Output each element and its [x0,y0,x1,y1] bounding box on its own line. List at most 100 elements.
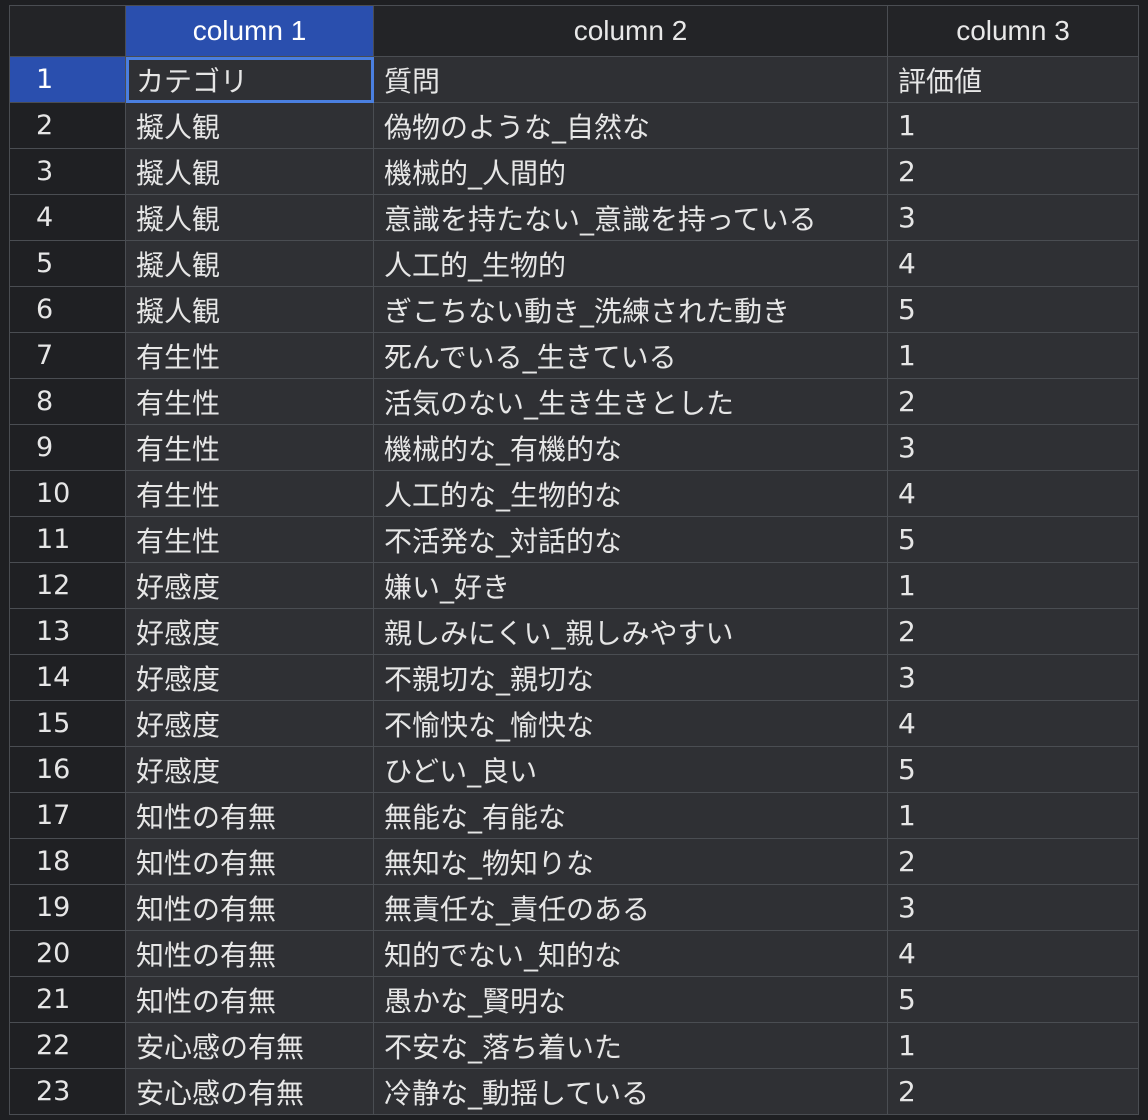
row-number[interactable]: 7 [9,332,126,379]
cell-column-1[interactable]: 知性の有無 [125,792,374,839]
cell-column-2[interactable]: 人工的な_生物的な [373,470,888,517]
cell-column-3[interactable]: 3 [887,884,1139,931]
table-row: 11 有生性 不活発な_対話的な 5 [9,516,1139,563]
cell-column-3[interactable]: 4 [887,930,1139,977]
cell-column-2[interactable]: 意識を持たない_意識を持っている [373,194,888,241]
cell-column-3[interactable]: 1 [887,102,1139,149]
cell-column-1[interactable]: 安心感の有無 [125,1068,374,1115]
row-number[interactable]: 20 [9,930,126,977]
cell-column-2[interactable]: 無知な_物知りな [373,838,888,885]
cell-column-3[interactable]: 評価値 [887,56,1139,103]
cell-column-2[interactable]: 無能な_有能な [373,792,888,839]
column-header-2[interactable]: column 2 [373,5,888,57]
cell-column-3[interactable]: 1 [887,332,1139,379]
cell-column-3[interactable]: 2 [887,148,1139,195]
cell-column-1[interactable]: 擬人観 [125,286,374,333]
cell-column-1[interactable]: 有生性 [125,378,374,425]
cell-column-2[interactable]: 嫌い_好き [373,562,888,609]
cell-column-2[interactable]: 機械的_人間的 [373,148,888,195]
row-number[interactable]: 1 [9,56,126,103]
row-number[interactable]: 2 [9,102,126,149]
row-number[interactable]: 23 [9,1068,126,1115]
cell-column-2[interactable]: 不愉快な_愉快な [373,700,888,747]
cell-column-3[interactable]: 2 [887,1068,1139,1115]
cell-column-2[interactable]: 人工的_生物的 [373,240,888,287]
cell-column-2[interactable]: 冷静な_動揺している [373,1068,888,1115]
cell-column-3[interactable]: 5 [887,746,1139,793]
row-number[interactable]: 18 [9,838,126,885]
cell-column-1[interactable]: 好感度 [125,700,374,747]
cell-column-2[interactable]: 不親切な_親切な [373,654,888,701]
table-row: 15 好感度 不愉快な_愉快な 4 [9,700,1139,747]
cell-column-3[interactable]: 2 [887,838,1139,885]
cell-column-2[interactable]: 機械的な_有機的な [373,424,888,471]
row-number[interactable]: 13 [9,608,126,655]
cell-column-1[interactable]: 擬人観 [125,148,374,195]
cell-column-3[interactable]: 3 [887,194,1139,241]
cell-column-1[interactable]: 知性の有無 [125,884,374,931]
row-number[interactable]: 14 [9,654,126,701]
row-number[interactable]: 9 [9,424,126,471]
cell-column-1[interactable]: 擬人観 [125,102,374,149]
cell-column-2[interactable]: ひどい_良い [373,746,888,793]
cell-column-1[interactable]: 有生性 [125,332,374,379]
row-number[interactable]: 11 [9,516,126,563]
cell-column-1[interactable]: カテゴリ [125,56,374,103]
cell-column-1[interactable]: 有生性 [125,516,374,563]
cell-column-1[interactable]: 知性の有無 [125,976,374,1023]
row-number[interactable]: 21 [9,976,126,1023]
cell-column-3[interactable]: 1 [887,562,1139,609]
row-number[interactable]: 3 [9,148,126,195]
cell-column-2[interactable]: 不安な_落ち着いた [373,1022,888,1069]
cell-column-2[interactable]: 質問 [373,56,888,103]
cell-column-1[interactable]: 好感度 [125,562,374,609]
cell-column-2[interactable]: 知的でない_知的な [373,930,888,977]
cell-column-3[interactable]: 2 [887,378,1139,425]
cell-column-2[interactable]: 愚かな_賢明な [373,976,888,1023]
table-row: 14 好感度 不親切な_親切な 3 [9,654,1139,701]
cell-column-1[interactable]: 有生性 [125,424,374,471]
cell-column-1[interactable]: 好感度 [125,608,374,655]
cell-column-1[interactable]: 安心感の有無 [125,1022,374,1069]
cell-column-1[interactable]: 擬人観 [125,240,374,287]
cell-column-2[interactable]: 無責任な_責任のある [373,884,888,931]
cell-column-1[interactable]: 擬人観 [125,194,374,241]
column-header-3[interactable]: column 3 [887,5,1139,57]
row-number[interactable]: 10 [9,470,126,517]
cell-column-3[interactable]: 5 [887,516,1139,563]
row-number[interactable]: 8 [9,378,126,425]
cell-column-3[interactable]: 1 [887,792,1139,839]
table-row: 9 有生性 機械的な_有機的な 3 [9,424,1139,471]
cell-column-3[interactable]: 5 [887,976,1139,1023]
row-number[interactable]: 22 [9,1022,126,1069]
column-header-1[interactable]: column 1 [125,5,374,57]
row-number[interactable]: 12 [9,562,126,609]
cell-column-1[interactable]: 知性の有無 [125,930,374,977]
cell-column-3[interactable]: 3 [887,654,1139,701]
cell-column-2[interactable]: 不活発な_対話的な [373,516,888,563]
cell-column-3[interactable]: 3 [887,424,1139,471]
row-number[interactable]: 6 [9,286,126,333]
cell-column-1[interactable]: 好感度 [125,746,374,793]
row-number[interactable]: 4 [9,194,126,241]
cell-column-2[interactable]: 死んでいる_生きている [373,332,888,379]
cell-column-1[interactable]: 知性の有無 [125,838,374,885]
cell-column-3[interactable]: 5 [887,286,1139,333]
cell-column-3[interactable]: 4 [887,470,1139,517]
cell-column-2[interactable]: 親しみにくい_親しみやすい [373,608,888,655]
corner-cell[interactable] [9,5,126,57]
cell-column-3[interactable]: 1 [887,1022,1139,1069]
cell-column-1[interactable]: 有生性 [125,470,374,517]
row-number[interactable]: 5 [9,240,126,287]
row-number[interactable]: 16 [9,746,126,793]
row-number[interactable]: 15 [9,700,126,747]
cell-column-3[interactable]: 4 [887,700,1139,747]
cell-column-2[interactable]: 活気のない_生き生きとした [373,378,888,425]
cell-column-3[interactable]: 4 [887,240,1139,287]
cell-column-3[interactable]: 2 [887,608,1139,655]
row-number[interactable]: 19 [9,884,126,931]
cell-column-2[interactable]: ぎこちない動き_洗練された動き [373,286,888,333]
cell-column-2[interactable]: 偽物のような_自然な [373,102,888,149]
cell-column-1[interactable]: 好感度 [125,654,374,701]
row-number[interactable]: 17 [9,792,126,839]
